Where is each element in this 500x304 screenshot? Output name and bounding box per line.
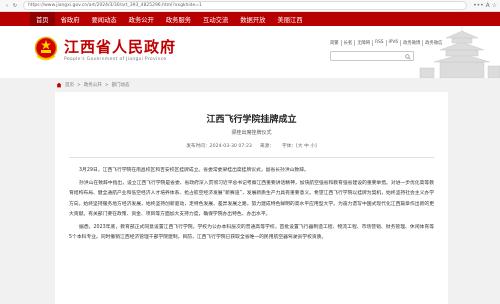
toolbar-rss[interactable]: RSS xyxy=(373,40,387,46)
site-header: 江西省人民政府 People's Government of Jiangxi P… xyxy=(0,26,500,78)
font-size-control[interactable]: 字体：[大 中 小] xyxy=(282,143,317,149)
nav-item-open-data[interactable]: 数据开放 xyxy=(234,12,271,26)
search-input[interactable] xyxy=(331,52,401,60)
nav-item-government[interactable]: 省政府 xyxy=(55,12,86,26)
address-bar[interactable]: https://www.jiangxi.gov.cn/art/2024/3/30… xyxy=(23,1,467,10)
site-subtitle: People's Government of Jiangxi Province xyxy=(64,57,167,62)
breadcrumb-separator: > xyxy=(104,82,109,88)
browser-menu[interactable]: ••• A ☆ xyxy=(467,2,497,9)
national-emblem-icon[interactable] xyxy=(34,36,58,62)
nav-item-services[interactable]: 政务服务 xyxy=(160,12,197,26)
back-icon[interactable]: ‹ xyxy=(3,3,11,9)
address-text: https://www.jiangxi.gov.cn/art/2024/3/30… xyxy=(28,3,202,8)
nav-item-news[interactable]: 要闻动态 xyxy=(85,12,122,26)
nav-item-beautiful-jiangxi[interactable]: 美丽江西 xyxy=(271,12,308,26)
article-meta: 发布时间：2024-03-30 07:23 来源： 字体：[大 中 小] xyxy=(69,143,434,149)
article-panel: 江西飞行学院挂牌成立 梁桂出席挂牌仪式 发布时间：2024-03-30 07:2… xyxy=(55,92,448,304)
article-title: 江西飞行学院挂牌成立 xyxy=(206,115,297,125)
nav-item-interaction[interactable]: 互动交流 xyxy=(197,12,234,26)
breadcrumb-dept-news[interactable]: 部门动态 xyxy=(112,82,130,88)
divider xyxy=(69,157,434,158)
article-subtitle: 梁桂出席挂牌仪式 xyxy=(231,130,272,136)
toolbar-traditional-simplified[interactable]: 简繁 xyxy=(328,40,342,46)
reload-icon[interactable]: ↻ xyxy=(11,3,19,9)
breadcrumb-separator: > xyxy=(77,82,81,88)
search-icon xyxy=(405,53,411,60)
nav-item-home[interactable]: 首页 xyxy=(30,12,55,26)
site-title[interactable]: 江西省人民政府 xyxy=(64,36,176,57)
home-icon xyxy=(56,82,62,88)
toolbar-ipv6[interactable]: IPV6 xyxy=(387,40,402,46)
search-box xyxy=(330,51,414,61)
article-source: 来源： xyxy=(259,144,274,149)
article-paragraph: 据悉，2023年底，教育部正式同意设置江西飞行学院。学校为公办本科层次的普通高等… xyxy=(69,225,434,241)
breadcrumb-affairs[interactable]: 政务公开 xyxy=(84,82,102,88)
article-paragraph: 孙洪山在致辞中指出，设立江西飞行学院是省委、省政府深入贯彻习近平总书记考察江西重… xyxy=(69,181,434,217)
main-nav: 首页 省政府 要闻动态 政务公开 政务服务 互动交流 数据开放 美丽江西 xyxy=(0,12,500,26)
article-paragraph: 3月29日，江西飞行学院在南昌校区和吉安校区挂牌成立。省委常委梁桂出席挂牌仪式，… xyxy=(79,168,309,173)
browser-chrome: ‹ ↻ https://www.jiangxi.gov.cn/art/2024/… xyxy=(0,0,500,12)
pavilion-skyline-illustration xyxy=(419,27,500,78)
nav-item-affairs[interactable]: 政务公开 xyxy=(123,12,160,26)
toolbar-elderly-mode[interactable]: 长者 xyxy=(342,40,356,46)
publish-date: 发布时间：2024-03-30 07:23 xyxy=(186,144,252,149)
search-button[interactable] xyxy=(404,53,412,60)
breadcrumb-home[interactable]: 首页 xyxy=(65,82,74,88)
toolbar-accessibility[interactable]: 无障碍 xyxy=(355,40,374,46)
breadcrumb: 首页 > 政务公开 > 部门动态 xyxy=(0,78,500,92)
